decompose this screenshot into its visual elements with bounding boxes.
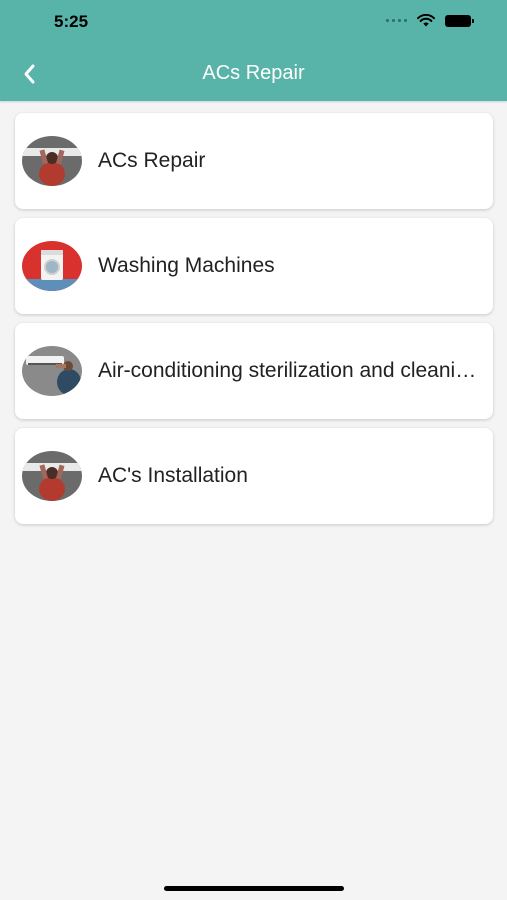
ac-repair-thumbnail xyxy=(22,136,82,186)
navigation-bar: 5:25 ACs Repair xyxy=(0,0,507,101)
cellular-signal-icon xyxy=(386,19,407,22)
washing-machine-thumbnail xyxy=(22,241,82,291)
service-label: ACs Repair xyxy=(98,149,206,172)
status-icons xyxy=(386,14,474,27)
service-item-ac-installation[interactable]: AC's Installation xyxy=(15,428,493,524)
service-label: AC's Installation xyxy=(98,464,248,487)
service-label: Washing Machines xyxy=(98,254,275,277)
home-indicator[interactable] xyxy=(164,886,344,891)
page-title: ACs Repair xyxy=(202,62,305,84)
service-item-washing-machines[interactable]: Washing Machines xyxy=(15,218,493,314)
status-time: 5:25 xyxy=(54,12,89,31)
service-list: ACs Repair Washing Machines Air-conditio… xyxy=(15,113,493,533)
wifi-icon xyxy=(417,14,435,27)
ac-installation-thumbnail xyxy=(22,451,82,501)
service-item-ac-sterilization[interactable]: Air-conditioning sterilization and clean… xyxy=(15,323,493,419)
service-label: Air-conditioning sterilization and clean… xyxy=(98,359,478,382)
ac-sterilization-thumbnail xyxy=(22,346,82,396)
battery-icon xyxy=(445,14,474,27)
service-item-acs-repair[interactable]: ACs Repair xyxy=(15,113,493,209)
